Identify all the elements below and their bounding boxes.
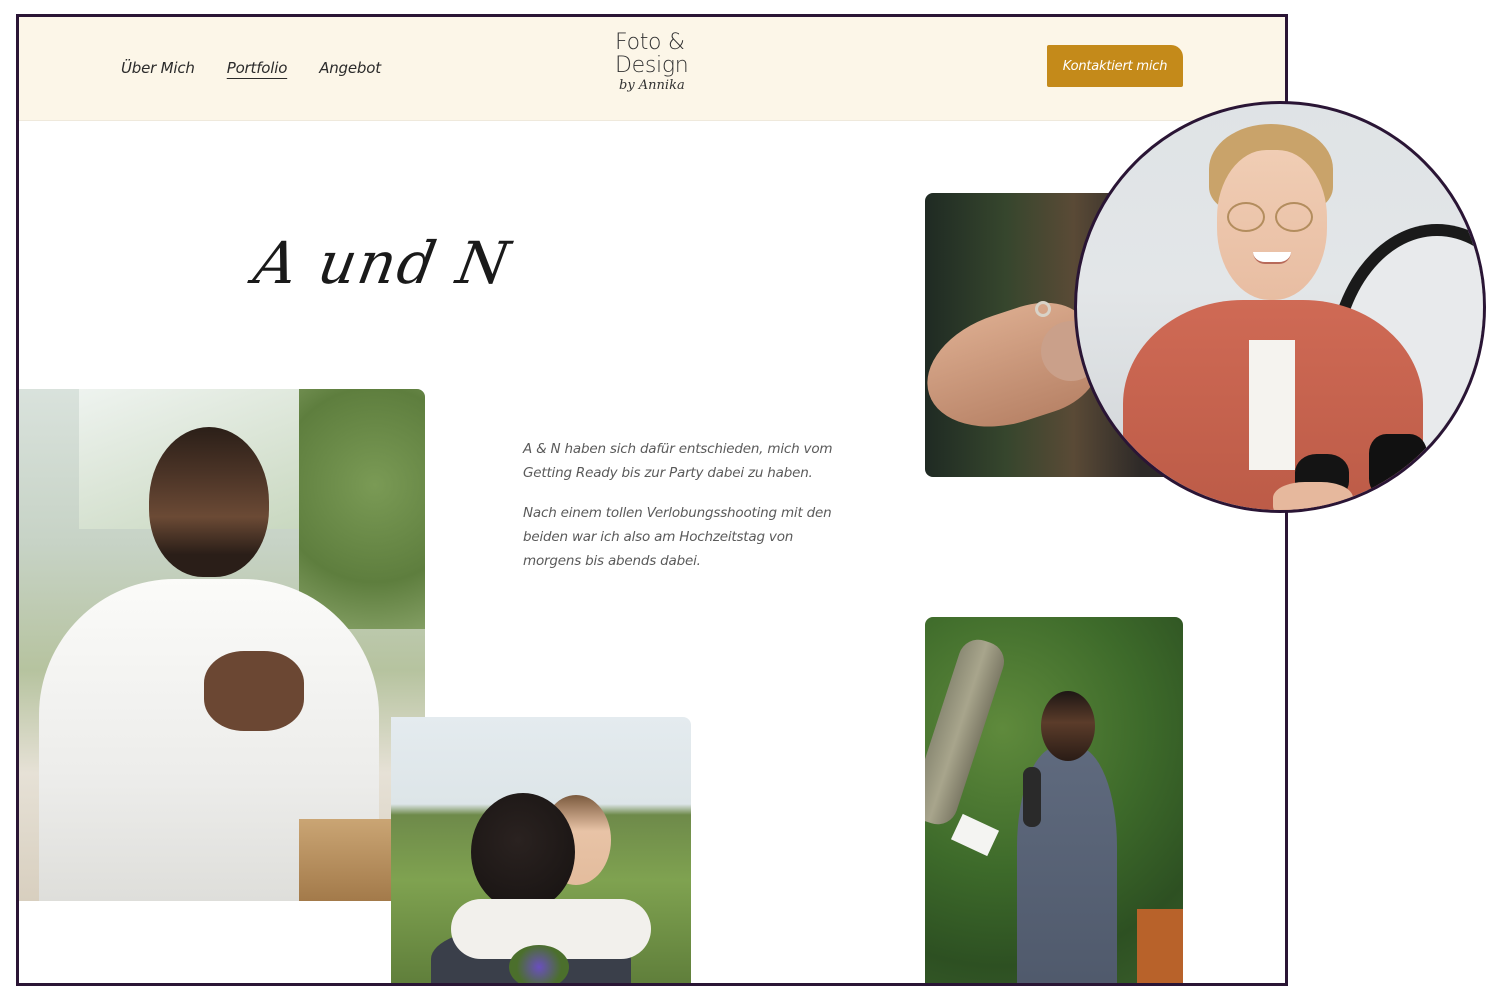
photo-groom-back [471, 793, 575, 911]
groom-photo [19, 389, 425, 901]
site-logo[interactable]: Foto & Design by Annika [615, 31, 697, 93]
description-paragraph-1: A & N haben sich dafür entschieden, mich… [523, 441, 833, 481]
photo-wooden-chair [1137, 909, 1183, 983]
page-title: A und N [249, 229, 517, 297]
nav-ueber-mich[interactable]: Über Mich [121, 59, 195, 77]
description-text: A & N haben sich dafür entschieden, mich… [523, 437, 833, 589]
portrait-smile [1253, 252, 1291, 264]
white-panel [19, 901, 391, 983]
nav-portfolio[interactable]: Portfolio [227, 59, 288, 77]
portrait-camera-lens-2 [1369, 434, 1427, 498]
logo-line-2: Design [615, 53, 689, 78]
logo-line-1: Foto & [615, 30, 685, 55]
photo-tree-trunk [925, 634, 1010, 830]
portrait-glasses-right [1275, 202, 1313, 232]
portrait-top [1249, 340, 1295, 470]
nav-angebot[interactable]: Angebot [319, 59, 381, 77]
photo-speaker-head [1041, 691, 1095, 761]
portrait-glasses-left [1227, 202, 1265, 232]
couple-photo [391, 717, 691, 983]
photo-speech-paper [950, 813, 1000, 857]
main-nav: Über Mich Portfolio Angebot [121, 59, 381, 77]
photo-foliage [299, 389, 425, 629]
photo-microphone [1023, 767, 1041, 827]
contact-button[interactable]: Kontaktiert mich [1047, 45, 1183, 87]
photo-bouquet [509, 945, 569, 983]
site-header: Über Mich Portfolio Angebot Foto & Desig… [19, 17, 1285, 121]
description-paragraph-2: Nach einem tollen Verlobungsshooting mit… [523, 505, 832, 569]
photo-groom-head [149, 427, 269, 577]
portrait-hand [1273, 482, 1353, 510]
logo-line-3: by Annika [619, 78, 685, 93]
ceremony-speech-photo [925, 617, 1183, 983]
browser-frame: Über Mich Portfolio Angebot Foto & Desig… [16, 14, 1288, 986]
photographer-portrait [1074, 101, 1486, 513]
photo-groom-hands [204, 651, 304, 731]
photo-ring [1035, 301, 1051, 317]
